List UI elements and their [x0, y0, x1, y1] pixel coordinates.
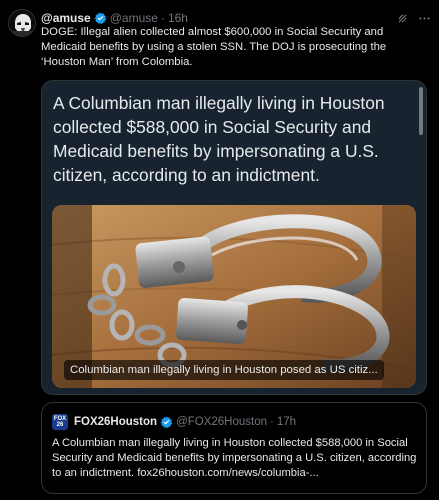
handcuffs-photo[interactable]: Columbian man illegally living in Housto… [52, 205, 416, 388]
author-avatar[interactable] [8, 9, 36, 37]
media-card[interactable]: A Columbian man illegally living in Hous… [41, 80, 427, 395]
post-time[interactable]: 16h [168, 10, 188, 26]
quoted-tweet-header: FOX 26 FOX26Houston @FOX26Houston · 17h [52, 413, 416, 431]
stormtrooper-avatar-icon [9, 10, 35, 36]
quoted-author-handle[interactable]: @FOX26Houston [176, 416, 267, 428]
verified-badge-icon [160, 416, 173, 429]
quoted-author-name[interactable]: FOX26Houston [74, 416, 157, 428]
more-options-icon[interactable] [417, 11, 431, 25]
headline-scrollbar[interactable] [419, 87, 423, 135]
tweet-text: DOGE: Illegal alien collected almost $60… [41, 26, 387, 68]
verified-badge-icon [94, 12, 107, 25]
media-headline: A Columbian man illegally living in Hous… [53, 93, 385, 185]
header-actions [395, 11, 431, 25]
separator-dot: · [160, 11, 165, 25]
author-name[interactable]: @amuse [41, 10, 91, 26]
image-caption: Columbian man illegally living in Housto… [64, 360, 384, 380]
quoted-post-time[interactable]: 17h [277, 416, 296, 428]
fox26-logo-icon[interactable]: FOX 26 [52, 414, 68, 430]
grok-icon[interactable] [395, 11, 409, 25]
quoted-tweet[interactable]: FOX 26 FOX26Houston @FOX26Houston · 17h … [41, 402, 427, 494]
author-handle[interactable]: @amuse [110, 10, 158, 26]
tweet[interactable]: @amuse @amuse · 16h DOGE: Illegal alien … [0, 0, 439, 500]
separator-dot: · [270, 416, 274, 428]
quoted-tweet-text: A Columbian man illegally living in Hous… [52, 437, 417, 479]
